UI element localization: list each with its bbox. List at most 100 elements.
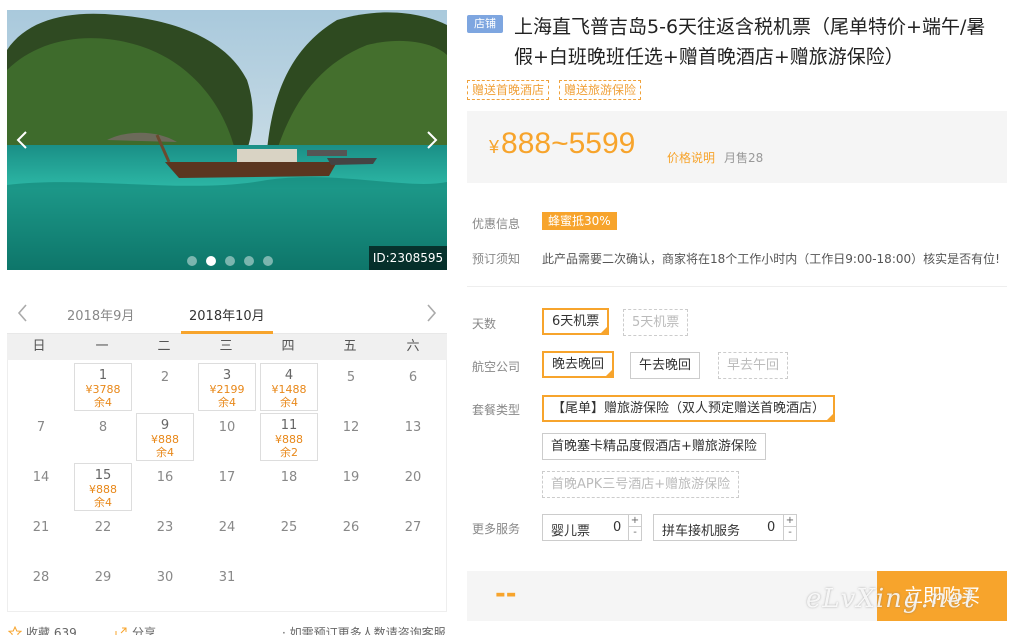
calendar-weekday-header: 日一二三四五六 (7, 334, 447, 360)
calendar-day: 2 (136, 363, 194, 411)
price-currency: ¥ (489, 137, 500, 157)
day-number: 13 (404, 420, 422, 435)
month-tab-prev[interactable]: 2018年9月 (67, 305, 134, 324)
increment-button[interactable]: + (629, 515, 641, 527)
option-airline-noon-late[interactable]: 午去晚回 (630, 352, 701, 379)
calendar-day: 24 (198, 513, 256, 561)
stepper-value[interactable]: 0 (613, 520, 621, 535)
option-days-6[interactable]: 6天机票 (542, 308, 610, 335)
share-icon (115, 627, 127, 635)
calendar-day: 29 (74, 563, 132, 611)
calendar-day: 26 (322, 513, 380, 561)
discount-label: 优惠信息 (472, 217, 521, 231)
stepper-buttons: + - (628, 515, 641, 540)
calendar-day-available[interactable]: 3 ¥2199 余4 (198, 363, 256, 411)
decrement-button[interactable]: - (784, 527, 796, 539)
share-label: 分享 (132, 626, 157, 635)
option-package-2[interactable]: 首晚塞卡精品度假酒店+赠旅游保险 (542, 433, 766, 460)
gallery-dots (187, 256, 273, 266)
day-number: 16 (156, 470, 174, 485)
day-remaining: 余4 (94, 496, 112, 509)
day-number: 7 (36, 420, 46, 435)
option-package-1[interactable]: 【尾单】赠旅游保险（双人预定赠送首晚酒店） (542, 395, 836, 422)
calendar-day: 5 (322, 363, 380, 411)
discount-value: 蜂蜜抵30% (542, 212, 617, 230)
product-tags: 赠送首晚酒店 赠送旅游保险 (467, 80, 642, 100)
option-package-3[interactable]: 首晚APK三号酒店+赠旅游保险 (542, 471, 740, 498)
price-note-link[interactable]: 价格说明 (667, 149, 715, 166)
calendar-prev-button[interactable] (13, 302, 33, 324)
calendar-day-available[interactable]: 9 ¥888 余4 (136, 413, 194, 461)
day-number: 11 (280, 418, 298, 433)
increment-button[interactable]: + (784, 515, 796, 527)
day-number: 30 (156, 570, 174, 585)
buy-now-button[interactable]: 立即购买 (877, 571, 1007, 621)
photo-gallery[interactable]: ID:2308595 (7, 10, 447, 270)
package-label: 套餐类型 (472, 403, 521, 417)
day-number: 19 (342, 470, 360, 485)
calendar-day: 18 (260, 463, 318, 511)
calendar-day-available[interactable]: 11 ¥888 余2 (260, 413, 318, 461)
option-airline-early-noon[interactable]: 早去午回 (718, 352, 789, 379)
day-number: 1 (98, 368, 108, 383)
weekday-label: 三 (219, 339, 233, 354)
day-number: 22 (94, 520, 112, 535)
gallery-dot[interactable] (187, 256, 197, 266)
gallery-dot[interactable] (225, 256, 235, 266)
chevron-left-icon (17, 304, 27, 322)
favorite-button[interactable]: 收藏 639 (8, 624, 77, 635)
calendar-day: 8 (74, 413, 132, 461)
gallery-prev-arrow[interactable] (11, 128, 35, 152)
option-airline-late-late[interactable]: 晚去晚回 (542, 351, 615, 378)
gallery-next-arrow[interactable] (419, 128, 443, 152)
day-price: ¥888 (151, 433, 179, 446)
booking-label: 预订须知 (472, 252, 521, 266)
calendar-day: 17 (198, 463, 256, 511)
day-remaining: 余4 (156, 446, 174, 459)
price-box: ¥888~5599 价格说明 月售28 (467, 111, 1007, 183)
calendar-next-button[interactable] (421, 302, 441, 324)
calendar-day: 10 (198, 413, 256, 461)
gallery-photo (7, 10, 447, 270)
day-price: ¥1488 (271, 383, 307, 396)
days-label: 天数 (472, 317, 497, 331)
stepper-value[interactable]: 0 (767, 520, 775, 535)
day-number: 10 (218, 420, 236, 435)
discount-badge: 蜂蜜抵30% (542, 212, 617, 230)
gallery-dot[interactable] (263, 256, 273, 266)
calendar-day: 14 (12, 463, 70, 511)
day-number: 23 (156, 520, 174, 535)
day-number: 3 (222, 368, 232, 383)
airport-pickup-stepper[interactable]: 拼车接机服务 0 + - (653, 514, 797, 541)
calendar-day-available[interactable]: 15 ¥888 余4 (74, 463, 132, 511)
gallery-dot[interactable] (244, 256, 254, 266)
section-divider (467, 286, 1007, 287)
calendar-day-available[interactable]: 1 ¥3788 余4 (74, 363, 132, 411)
gallery-dot[interactable] (206, 256, 216, 266)
calendar-day-available[interactable]: 4 ¥1488 余4 (260, 363, 318, 411)
calendar-day: 31 (198, 563, 256, 611)
shop-tag: 店铺 (467, 15, 503, 33)
decrement-button[interactable]: - (629, 527, 641, 539)
stepper-label: 婴儿票 (551, 524, 591, 539)
option-days-5[interactable]: 5天机票 (623, 309, 689, 336)
calendar-day: 20 (384, 463, 442, 511)
month-tab-current[interactable]: 2018年10月 (189, 305, 265, 324)
calendar-day: 12 (322, 413, 380, 461)
day-remaining: 余4 (218, 396, 236, 409)
share-button[interactable]: 分享 (114, 624, 156, 635)
price-range: ¥888~5599 (489, 127, 635, 161)
day-price: ¥888 (275, 433, 303, 446)
day-number: 21 (32, 520, 50, 535)
infant-ticket-stepper[interactable]: 婴儿票 0 + - (542, 514, 642, 541)
airline-label: 航空公司 (472, 360, 521, 374)
weekday-label: 一 (95, 339, 109, 354)
day-number: 5 (346, 370, 356, 385)
day-remaining: 余4 (94, 396, 112, 409)
calendar-day: 28 (12, 563, 70, 611)
star-icon (8, 625, 22, 635)
stepper-buttons: + - (783, 515, 796, 540)
day-number: 6 (408, 370, 418, 385)
day-number: 29 (94, 570, 112, 585)
weekday-label: 五 (343, 339, 357, 354)
